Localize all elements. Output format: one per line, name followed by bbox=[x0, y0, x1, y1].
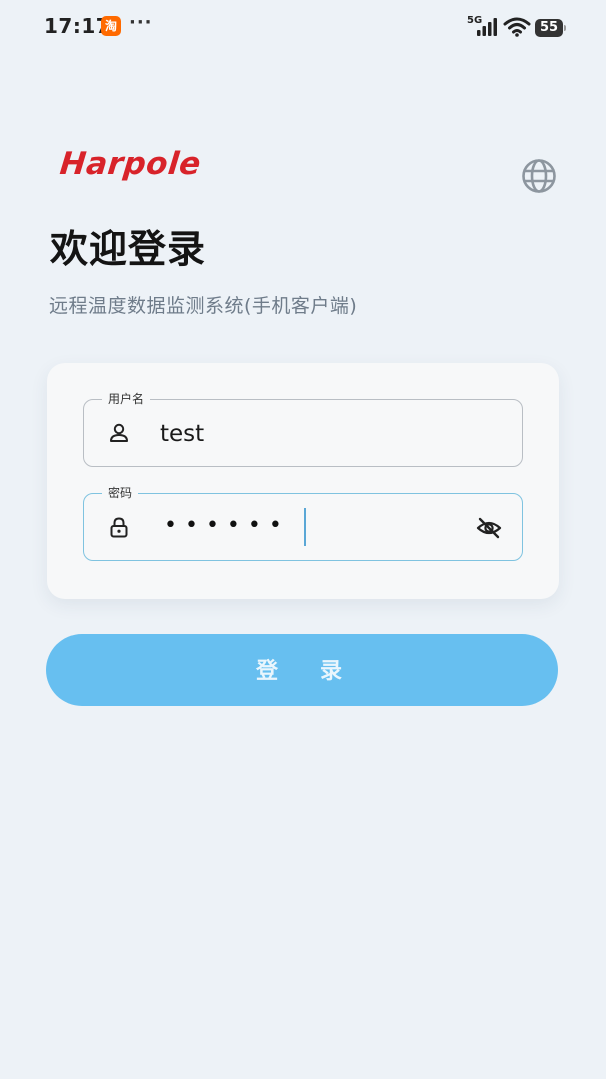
password-input[interactable]: •••••• bbox=[164, 511, 290, 541]
language-globe-icon[interactable] bbox=[521, 158, 557, 194]
password-label: 密码 bbox=[102, 484, 139, 502]
battery-tip bbox=[564, 25, 566, 31]
taobao-app-icon: 淘 bbox=[101, 16, 121, 36]
more-notifications-icon: ··· bbox=[129, 12, 153, 33]
eye-off-icon[interactable] bbox=[476, 517, 502, 539]
wifi-icon bbox=[503, 17, 531, 37]
status-bar: 17:17 淘 ··· 5G 55 bbox=[0, 0, 606, 56]
login-card: 用户名 test 密码 •••••• bbox=[47, 363, 559, 599]
page-subtitle: 远程温度数据监测系统(手机客户端) bbox=[49, 295, 358, 317]
battery-level: 55 bbox=[535, 19, 563, 37]
password-field[interactable]: 密码 •••••• bbox=[83, 484, 523, 561]
battery-indicator: 55 bbox=[535, 19, 566, 37]
username-field[interactable]: 用户名 test bbox=[83, 390, 523, 467]
user-icon bbox=[110, 423, 128, 442]
page-title: 欢迎登录 bbox=[50, 227, 207, 271]
username-input[interactable]: test bbox=[160, 419, 204, 449]
harpole-logo: Harpole bbox=[58, 146, 203, 182]
text-cursor bbox=[304, 508, 306, 546]
username-label: 用户名 bbox=[102, 390, 151, 408]
lock-icon bbox=[110, 517, 128, 538]
signal-icon bbox=[477, 18, 497, 36]
login-button[interactable]: 登 录 bbox=[46, 634, 558, 706]
